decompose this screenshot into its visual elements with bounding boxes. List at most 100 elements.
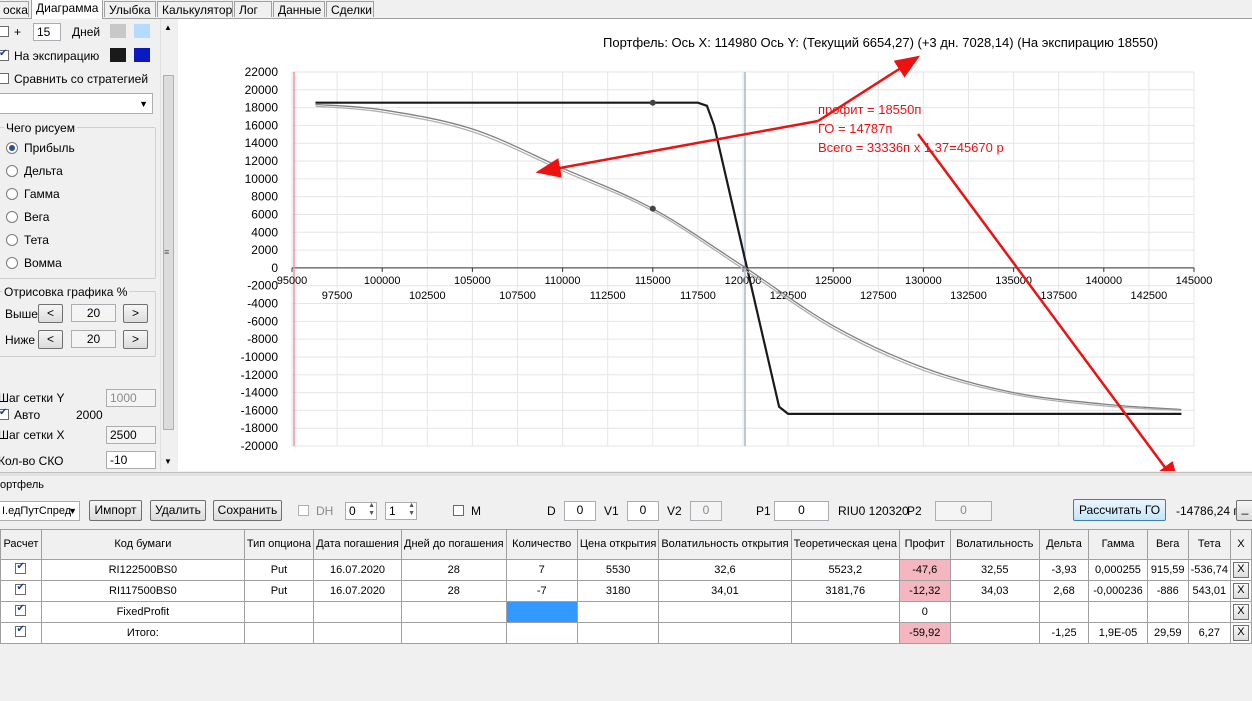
strategy-dropdown[interactable]: ▼ <box>0 93 153 114</box>
left-scrollbar[interactable]: ▲ ≡ ▼ <box>160 19 177 471</box>
cell-gamma[interactable] <box>1088 601 1148 623</box>
v1-input[interactable]: 0 <box>627 501 659 521</box>
cell-vega[interactable] <box>1146 601 1189 623</box>
col-gamma[interactable]: Гамма <box>1088 529 1148 560</box>
dh-checkbox[interactable] <box>298 505 309 516</box>
cell-days[interactable] <box>401 622 507 644</box>
cell-vega[interactable]: 29,59 <box>1146 622 1189 644</box>
col-open-price[interactable]: Цена открытия <box>576 529 660 560</box>
table-row[interactable]: FixedProfit 0 X <box>0 601 1252 623</box>
payoff-chart[interactable]: Портфель: Ось X: 114980 Ось Y: (Текущий … <box>178 19 1252 488</box>
sko-input[interactable]: -10 <box>106 451 156 469</box>
cell-x[interactable]: X <box>1229 622 1252 644</box>
color-swatch-1[interactable] <box>110 24 126 38</box>
cell-x[interactable]: X <box>1229 601 1252 623</box>
radio-vomma[interactable] <box>6 257 18 269</box>
cell-type[interactable] <box>243 601 315 623</box>
col-theor-price[interactable]: Теоретическая цена <box>790 529 900 560</box>
col-date[interactable]: Дата погашения <box>313 529 403 560</box>
cell-theta[interactable]: -536,74 <box>1187 559 1231 581</box>
cell-profit[interactable]: -12,32 <box>898 580 951 602</box>
above-increase-button[interactable]: > <box>123 304 148 323</box>
cell-gamma[interactable]: -0,000236 <box>1088 580 1148 602</box>
tab-deals[interactable]: Сделки <box>326 1 374 17</box>
cell-delta[interactable]: -3,93 <box>1038 559 1090 581</box>
days-checkbox[interactable] <box>0 26 9 37</box>
extra-button[interactable]: _ <box>1236 500 1252 521</box>
col-open-vol[interactable]: Волатильность открытия <box>658 529 792 560</box>
remove-row-button[interactable]: X <box>1232 604 1249 620</box>
color-swatch-3[interactable] <box>110 48 126 62</box>
days-input[interactable]: 15 <box>33 23 61 41</box>
col-theta[interactable]: Тета <box>1187 529 1231 560</box>
cell-calc[interactable] <box>0 601 42 623</box>
col-profit[interactable]: Профит <box>898 529 951 560</box>
import-button[interactable]: Импорт <box>89 500 142 521</box>
radio-profit[interactable] <box>6 142 18 154</box>
cell-open-vol[interactable] <box>658 622 792 644</box>
table-row[interactable]: RI122500BS0Put16.07.2020287553032,65523,… <box>0 559 1252 581</box>
col-calc[interactable]: Расчет <box>0 529 42 560</box>
cell-vol[interactable]: 34,03 <box>949 580 1040 602</box>
cell-date[interactable]: 16.07.2020 <box>313 559 403 581</box>
radio-delta[interactable] <box>6 165 18 177</box>
cell-x[interactable]: X <box>1229 580 1252 602</box>
tab-diagram[interactable]: Диаграмма <box>31 0 103 19</box>
cell-vol[interactable] <box>949 601 1040 623</box>
cell-theor-price[interactable]: 5523,2 <box>790 559 900 581</box>
col-days[interactable]: Дней до погашения <box>401 529 507 560</box>
p1-input[interactable]: 0 <box>774 501 829 521</box>
m-checkbox[interactable] <box>453 505 464 516</box>
calculate-go-button[interactable]: Рассчитать ГО <box>1073 499 1166 521</box>
above-value[interactable]: 20 <box>71 304 116 322</box>
cell-profit[interactable]: -47,6 <box>898 559 951 581</box>
row-calc-checkbox[interactable] <box>15 561 27 574</box>
cell-profit[interactable]: 0 <box>898 601 951 623</box>
remove-row-button[interactable]: X <box>1232 625 1249 641</box>
cell-qty[interactable]: 7 <box>505 559 578 581</box>
cell-theta[interactable]: 543,01 <box>1187 580 1231 602</box>
cell-code[interactable]: RI117500BS0 <box>40 580 245 602</box>
cell-open-vol[interactable]: 34,01 <box>658 580 792 602</box>
tab-log[interactable]: Лог <box>234 1 272 17</box>
cell-open-vol[interactable] <box>658 601 792 623</box>
dh-stepper-1[interactable]: 0 ▲ ▼ <box>345 502 377 520</box>
cell-gamma[interactable]: 1,9E-05 <box>1088 622 1148 644</box>
p2-input[interactable]: 0 <box>935 501 992 521</box>
col-vol[interactable]: Волатильность <box>949 529 1040 560</box>
cell-delta[interactable]: 2,68 <box>1038 580 1090 602</box>
strategy-select[interactable]: I.едПутСпред ▼ <box>0 501 80 521</box>
col-vega[interactable]: Вега <box>1146 529 1189 560</box>
cell-days[interactable] <box>401 601 507 623</box>
cell-calc[interactable] <box>0 622 42 644</box>
cell-type[interactable]: Put <box>243 559 315 581</box>
v2-input[interactable]: 0 <box>690 501 722 521</box>
tab-data[interactable]: Данные <box>273 1 325 17</box>
cell-open-price[interactable] <box>576 622 660 644</box>
cell-days[interactable]: 28 <box>401 580 507 602</box>
cell-theta[interactable] <box>1187 601 1231 623</box>
col-code[interactable]: Код бумаги <box>40 529 245 560</box>
auto-checkbox[interactable] <box>0 407 9 420</box>
cell-profit[interactable]: -59,92 <box>898 622 951 644</box>
cell-calc[interactable] <box>0 580 42 602</box>
row-calc-checkbox[interactable] <box>15 624 27 637</box>
cell-vol[interactable]: 32,55 <box>949 559 1040 581</box>
delete-button[interactable]: Удалить <box>150 500 206 521</box>
cell-theor-price[interactable]: 3181,76 <box>790 580 900 602</box>
cell-date[interactable] <box>313 601 403 623</box>
color-swatch-2[interactable] <box>134 24 150 38</box>
cell-x[interactable]: X <box>1229 559 1252 581</box>
cell-vega[interactable]: 915,59 <box>1146 559 1189 581</box>
remove-row-button[interactable]: X <box>1232 583 1249 599</box>
cell-code[interactable]: RI122500BS0 <box>40 559 245 581</box>
expiry-checkbox[interactable] <box>0 48 9 61</box>
col-delta[interactable]: Дельта <box>1038 529 1090 560</box>
cell-qty[interactable] <box>505 601 578 623</box>
above-decrease-button[interactable]: < <box>38 304 63 323</box>
cell-date[interactable]: 16.07.2020 <box>313 580 403 602</box>
col-qty[interactable]: Количество <box>505 529 578 560</box>
tab-smile[interactable]: Улыбка <box>104 1 156 17</box>
col-type[interactable]: Тип опциона <box>243 529 315 560</box>
cell-vega[interactable]: -886 <box>1146 580 1189 602</box>
